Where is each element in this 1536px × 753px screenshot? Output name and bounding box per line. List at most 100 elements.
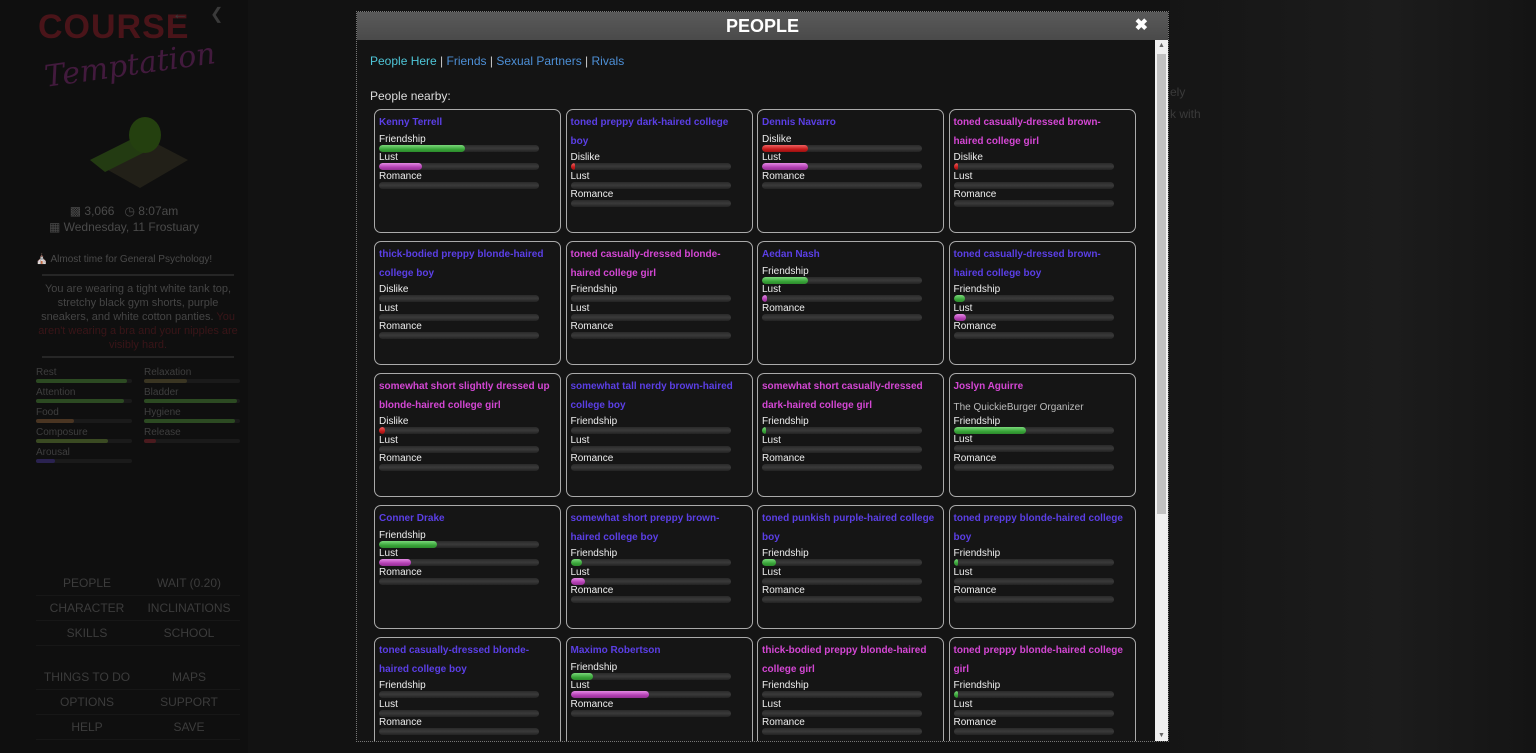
menu-button-wait-0-20-[interactable]: WAIT (0.20)	[138, 571, 240, 596]
stat-bar-fill	[144, 379, 187, 383]
dislike-bar	[379, 295, 539, 302]
scrollbar-thumb[interactable]	[1157, 54, 1166, 514]
menu-button-things-to-do[interactable]: THINGS TO DO	[36, 665, 138, 690]
person-card[interactable]: toned preppy blonde-haired college boy Fr…	[949, 505, 1136, 629]
divider	[42, 356, 234, 358]
lust-bar	[379, 710, 539, 717]
person-name[interactable]: somewhat short slightly dressed up blond…	[379, 378, 556, 415]
friendship-bar-fill	[954, 691, 958, 698]
person-card[interactable]: Aedan NashFriendshipLustRomance	[757, 241, 944, 365]
person-name[interactable]: Aedan Nash	[762, 246, 939, 265]
lust-bar	[379, 163, 539, 170]
lust-bar-fill	[379, 559, 411, 566]
lust-bar	[762, 295, 922, 302]
back-arrow-icon[interactable]: ←	[172, 6, 188, 23]
person-card[interactable]: toned punkish purple-haired college boyF…	[757, 505, 944, 629]
person-card[interactable]: somewhat short preppy brown-haired colle…	[566, 505, 753, 629]
dialog-header: PEOPLE ✖	[357, 12, 1168, 40]
person-name[interactable]: toned casually-dressed brown-haired coll…	[954, 246, 1131, 283]
lust-bar	[762, 578, 922, 585]
person-name[interactable]: toned casually-dressed brown-haired coll…	[954, 114, 1131, 151]
person-card[interactable]: somewhat tall nerdy brown-haired college…	[566, 373, 753, 497]
stat-bar	[36, 419, 132, 423]
person-card[interactable]: Dennis NavarroDislikeLustRomance	[757, 109, 944, 233]
stat-label-lust: Lust	[954, 435, 1131, 445]
friendship-bar	[954, 295, 1114, 302]
person-name[interactable]: toned casually-dressed blonde-haired col…	[379, 642, 556, 679]
person-name[interactable]: somewhat short preppy brown-haired colle…	[571, 510, 748, 547]
close-icon[interactable]: ✖	[1135, 12, 1148, 40]
person-card[interactable]: thick-bodied preppy blonde-haired colleg…	[374, 241, 561, 365]
person-card[interactable]: Conner DrakeFriendshipLustRomance	[374, 505, 561, 629]
person-card[interactable]: Maximo RobertsonFriendshipLustRomance	[566, 637, 753, 741]
person-name[interactable]: Maximo Robertson	[571, 642, 748, 661]
friendship-bar	[571, 559, 731, 566]
lust-bar	[571, 314, 731, 321]
person-card[interactable]: toned casually-dressed brown-haired coll…	[949, 109, 1136, 233]
stat-label: Attention	[36, 387, 132, 398]
lust-bar	[571, 578, 731, 585]
menu-button-support[interactable]: SUPPORT	[138, 690, 240, 715]
menu-button-inclinations[interactable]: INCLINATIONS	[138, 596, 240, 621]
person-card[interactable]: Kenny TerrellFriendshipLustRomance	[374, 109, 561, 233]
people-tabs: People Here | Friends | Sexual Partners …	[370, 54, 1155, 68]
person-name[interactable]: Kenny Terrell	[379, 114, 556, 133]
stat-label-lust: Lust	[379, 153, 556, 163]
stat-label-romance: Romance	[379, 454, 556, 464]
person-name[interactable]: Dennis Navarro	[762, 114, 939, 133]
person-name[interactable]: toned preppy blonde-haired college boy	[954, 510, 1131, 547]
menu-button-people[interactable]: PEOPLE	[36, 571, 138, 596]
romance-bar	[762, 182, 922, 189]
tab-friends[interactable]: Friends	[447, 54, 487, 68]
tab-rivals[interactable]: Rivals	[592, 54, 625, 68]
stat-label-friendship: Friendship	[954, 549, 1131, 559]
person-card[interactable]: toned casually-dressed blonde-haired col…	[566, 241, 753, 365]
person-name[interactable]: thick-bodied preppy blonde-haired colleg…	[379, 246, 556, 283]
menu-button-save[interactable]: SAVE	[138, 715, 240, 740]
collapse-sidebar-icon[interactable]: ❮	[210, 6, 223, 23]
menu-button-options[interactable]: OPTIONS	[36, 690, 138, 715]
person-card[interactable]: somewhat short casually-dressed dark-hai…	[757, 373, 944, 497]
person-name[interactable]: thick-bodied preppy blonde-haired colleg…	[762, 642, 939, 679]
person-card[interactable]: toned casually-dressed brown-haired coll…	[949, 241, 1136, 365]
romance-bar	[379, 332, 539, 339]
person-card[interactable]: toned casually-dressed blonde-haired col…	[374, 637, 561, 741]
scroll-down-icon[interactable]: ▼	[1155, 732, 1168, 739]
menu-button-help[interactable]: HELP	[36, 715, 138, 740]
menu-button-maps[interactable]: MAPS	[138, 665, 240, 690]
person-card[interactable]: Joslyn AguirreThe QuickieBurger Organize…	[949, 373, 1136, 497]
person-name[interactable]: toned preppy dark-haired college boy	[571, 114, 748, 151]
person-name[interactable]: toned punkish purple-haired college boy	[762, 510, 939, 547]
friendship-bar-fill	[954, 427, 1026, 434]
tab-people-here[interactable]: People Here	[370, 54, 437, 68]
stat-label-romance: Romance	[954, 322, 1131, 332]
friendship-bar	[954, 691, 1114, 698]
romance-bar	[379, 728, 539, 735]
stat-label-friendship: Friendship	[379, 135, 556, 145]
dislike-bar	[571, 163, 731, 170]
friendship-bar	[571, 427, 731, 434]
stat-label-romance: Romance	[954, 454, 1131, 464]
person-card[interactable]: somewhat short slightly dressed up blond…	[374, 373, 561, 497]
person-card[interactable]: thick-bodied preppy blonde-haired colleg…	[757, 637, 944, 741]
friendship-bar-fill	[954, 295, 965, 302]
menu-button-character[interactable]: CHARACTER	[36, 596, 138, 621]
romance-bar	[954, 464, 1114, 471]
stat-label-lust: Lust	[571, 304, 748, 314]
person-name[interactable]: Joslyn Aguirre	[954, 378, 1131, 397]
person-card[interactable]: toned preppy dark-haired college boyDisl…	[566, 109, 753, 233]
menu-button-skills[interactable]: SKILLS	[36, 621, 138, 646]
stat-bar	[144, 439, 240, 443]
person-name[interactable]: somewhat short casually-dressed dark-hai…	[762, 378, 939, 415]
menu-button-school[interactable]: SCHOOL	[138, 621, 240, 646]
stat-label-lust: Lust	[571, 568, 748, 578]
tab-sexual-partners[interactable]: Sexual Partners	[496, 54, 581, 68]
scroll-up-icon[interactable]: ▲	[1155, 42, 1168, 49]
stat-bar-fill	[36, 439, 108, 443]
person-name[interactable]: Conner Drake	[379, 510, 556, 529]
person-name[interactable]: toned preppy blonde-haired college girl	[954, 642, 1131, 679]
person-name[interactable]: somewhat tall nerdy brown-haired college…	[571, 378, 748, 415]
scrollbar[interactable]: ▲ ▼	[1155, 40, 1168, 741]
person-name[interactable]: toned casually-dressed blonde-haired col…	[571, 246, 748, 283]
person-card[interactable]: toned preppy blonde-haired college girlF…	[949, 637, 1136, 741]
